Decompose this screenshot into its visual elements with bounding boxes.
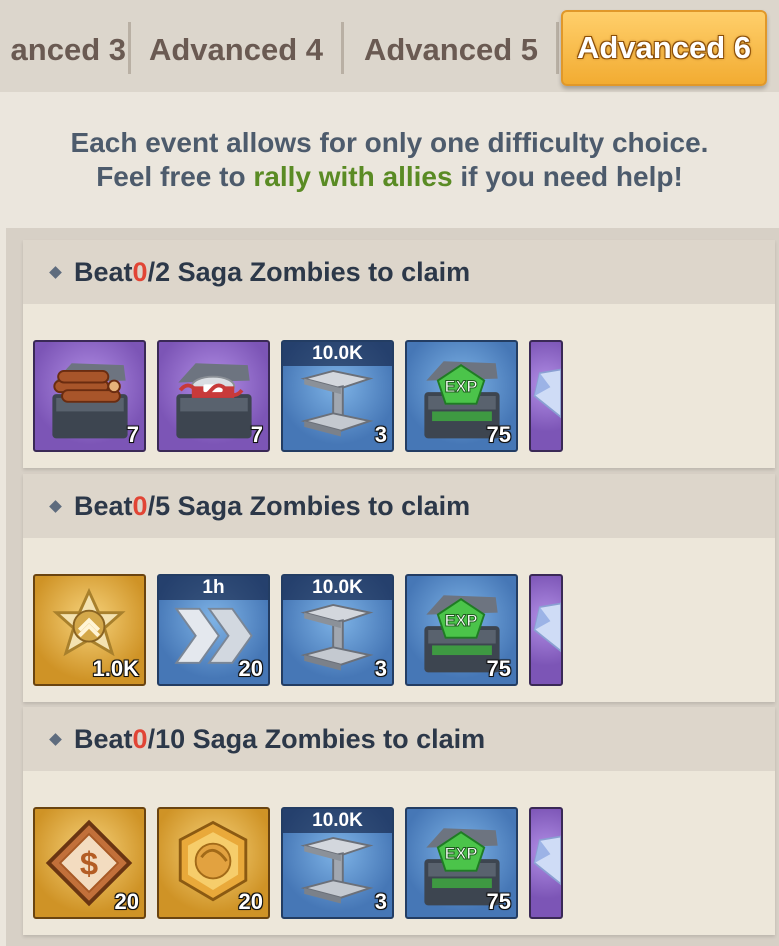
reward-quantity: 1.0K xyxy=(92,656,139,681)
tab-advanced-3[interactable]: anced 3 xyxy=(0,12,128,88)
reward-item[interactable]: EXP 75 xyxy=(405,574,518,686)
task-requirement: Beat 0/2 Saga Zombies to claim xyxy=(23,240,775,304)
reward-item[interactable]: $20 xyxy=(33,807,146,919)
task-prefix: Beat xyxy=(74,723,133,754)
reward-quantity: 75 xyxy=(486,656,511,681)
reward-task-card: Beat 0/10 Saga Zombies to claim $20 20 10.0… xyxy=(23,707,775,935)
reward-quantity: 75 xyxy=(486,889,511,914)
task-target: /2 Saga Zombies to claim xyxy=(147,256,471,287)
notice-line-2-end: if you need help! xyxy=(452,161,683,192)
notice-line-1: Each event allows for only one difficult… xyxy=(70,127,709,158)
tab-divider xyxy=(341,22,344,74)
task-requirement: Beat 0/10 Saga Zombies to claim xyxy=(23,707,775,771)
task-prefix: Beat xyxy=(74,256,133,287)
reward-quantity: 3 xyxy=(374,656,387,681)
reward-item[interactable]: 1h 20 xyxy=(157,574,270,686)
svg-text:EXP: EXP xyxy=(445,845,478,863)
bullet-diamond-icon xyxy=(49,499,62,513)
reward-quantity: 20 xyxy=(114,889,139,914)
task-target: /10 Saga Zombies to claim xyxy=(147,723,486,754)
notice-line-2-start: Feel free to xyxy=(96,161,254,192)
reward-item[interactable]: 10.0K 3 xyxy=(281,807,394,919)
tab-divider xyxy=(556,22,559,74)
svg-text:$: $ xyxy=(80,845,98,882)
reward-quantity: 75 xyxy=(486,422,511,447)
reward-item[interactable] xyxy=(529,807,563,919)
bullet-diamond-icon xyxy=(49,265,62,279)
reward-items-row: 1.0K 1h 20 10.0K 3 EXP 75 xyxy=(33,574,573,686)
task-progress: 0 xyxy=(132,256,148,287)
reward-items-row: 7 7 10.0K 3 EXP 75 xyxy=(33,340,573,452)
svg-text:EXP: EXP xyxy=(445,378,478,396)
reward-item[interactable]: 10.0K 3 xyxy=(281,340,394,452)
reward-item[interactable]: 7 xyxy=(157,340,270,452)
reward-amount-label: 10.0K xyxy=(283,342,392,366)
reward-item[interactable]: 20 xyxy=(157,807,270,919)
reward-amount-label: 10.0K xyxy=(283,809,392,833)
reward-quantity: 20 xyxy=(238,889,263,914)
reward-item[interactable]: 7 xyxy=(33,340,146,452)
reward-quantity: 3 xyxy=(374,422,387,447)
task-progress: 0 xyxy=(132,723,148,754)
tab-advanced-4[interactable]: Advanced 4 xyxy=(133,12,339,88)
reward-quantity: 7 xyxy=(250,422,263,447)
rally-highlight: rally with allies xyxy=(253,161,453,192)
bullet-diamond-icon xyxy=(49,732,62,746)
tab-advanced-5[interactable]: Advanced 5 xyxy=(346,12,556,88)
task-requirement: Beat 0/5 Saga Zombies to claim xyxy=(23,474,775,538)
task-target: /5 Saga Zombies to claim xyxy=(147,490,471,521)
reward-task-card: Beat 0/5 Saga Zombies to claim 1.0K 1h 20 10… xyxy=(23,474,775,702)
reward-quantity: 3 xyxy=(374,889,387,914)
reward-item[interactable] xyxy=(529,340,563,452)
task-prefix: Beat xyxy=(74,490,133,521)
reward-item[interactable]: 10.0K 3 xyxy=(281,574,394,686)
svg-text:EXP: EXP xyxy=(445,612,478,630)
tab-divider xyxy=(128,22,131,74)
reward-list-panel: Beat 0/2 Saga Zombies to claim 7 7 10.0K 3 EX… xyxy=(6,228,779,946)
reward-quantity: 7 xyxy=(126,422,139,447)
reward-amount-label: 10.0K xyxy=(283,576,392,600)
reward-item[interactable]: EXP 75 xyxy=(405,807,518,919)
difficulty-tab-bar: anced 3 Advanced 4 Advanced 5 Advanced 6 xyxy=(0,0,779,92)
reward-task-card: Beat 0/2 Saga Zombies to claim 7 7 10.0K 3 EX… xyxy=(23,240,775,468)
reward-quantity: 20 xyxy=(238,656,263,681)
reward-item[interactable]: 1.0K xyxy=(33,574,146,686)
reward-item[interactable]: EXP 75 xyxy=(405,340,518,452)
reward-amount-label: 1h xyxy=(159,576,268,600)
reward-item[interactable] xyxy=(529,574,563,686)
reward-items-row: $20 20 10.0K 3 EXP 75 xyxy=(33,807,573,919)
difficulty-notice: Each event allows for only one difficult… xyxy=(0,126,779,194)
task-progress: 0 xyxy=(132,490,148,521)
notice-line-2: Feel free to rally with allies if you ne… xyxy=(0,160,779,194)
tab-advanced-6[interactable]: Advanced 6 xyxy=(561,10,767,86)
